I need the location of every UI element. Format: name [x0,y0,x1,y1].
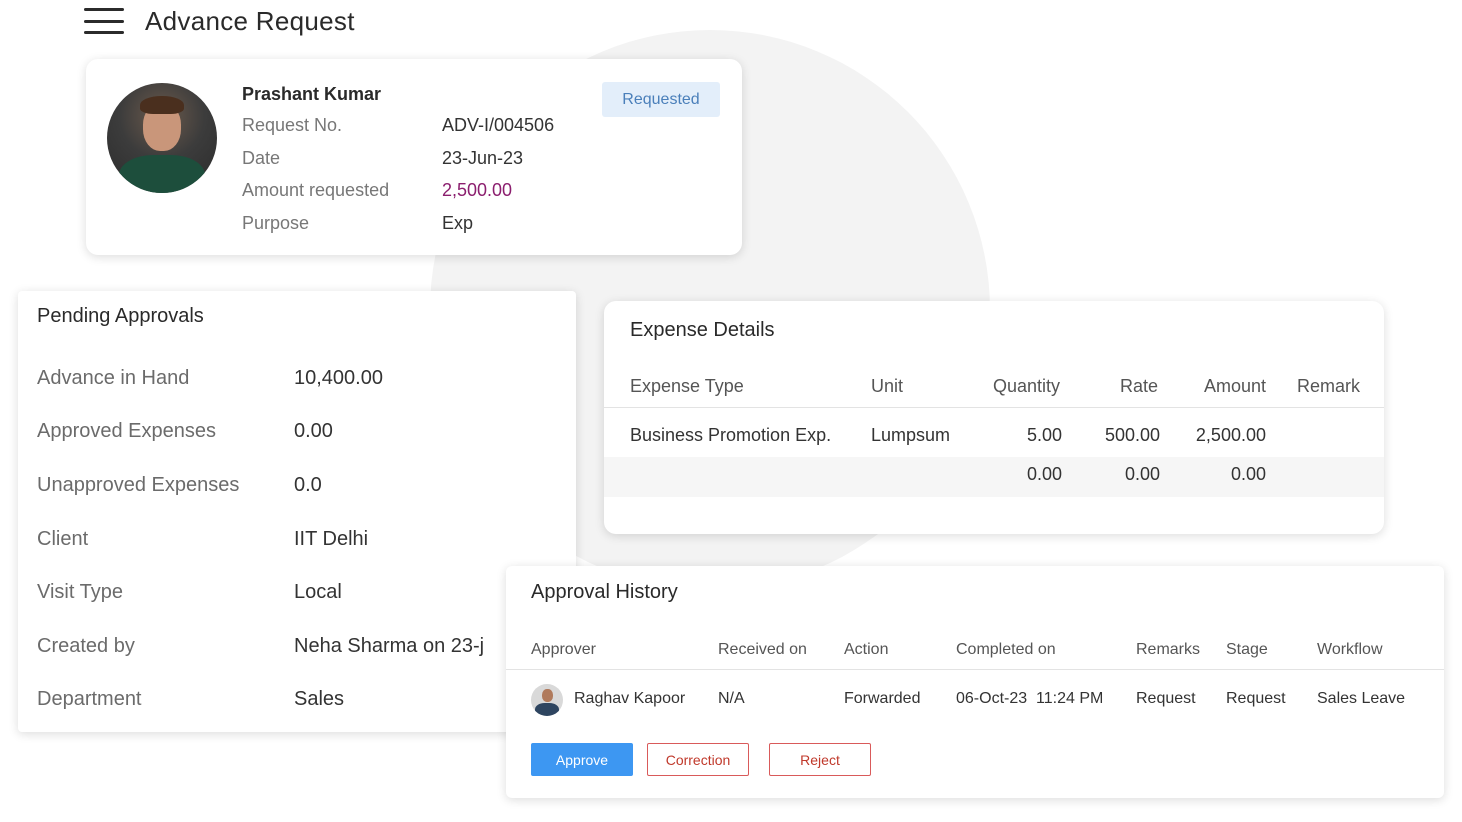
col-action: Action [844,641,889,658]
unit-cell: Lumpsum [871,425,951,445]
approver-name: Raghav Kapoor [574,690,686,707]
col-rate: Rate [1119,376,1158,396]
stage-cell: Request [1226,690,1286,707]
created-by-value: Neha Sharma on 23-j [294,635,485,657]
request-summary-card: Prashant Kumar Requested Request No. ADV… [86,59,742,255]
col-completed-on: Completed on [956,641,1056,658]
amount-cell: 2,500.00 [1195,425,1266,445]
correction-button[interactable]: Correction [647,743,749,776]
advance-in-hand-value: 10,400.00 [294,367,383,389]
col-amount: Amount [1203,376,1266,396]
col-workflow: Workflow [1317,641,1383,658]
col-expense-type: Expense Type [630,376,744,396]
received-on-cell: N/A [718,690,745,707]
hamburger-menu-icon[interactable] [84,8,124,34]
client-label: Client [37,528,89,550]
approval-history-card: Approval History Approver Received on Ac… [506,566,1444,798]
col-quantity: Quantity [992,376,1060,396]
approve-button[interactable]: Approve [531,743,633,776]
completed-on-cell: 06-Oct-23 11:24 PM [956,690,1104,707]
pending-approvals-title: Pending Approvals [37,305,204,327]
col-approver: Approver [531,641,596,658]
approval-history-title: Approval History [531,581,678,603]
amount-requested-value: 2,500.00 [442,180,513,200]
approver-avatar [531,684,563,716]
purpose-value: Exp [442,213,474,233]
expense-details-card: Expense Details Expense Type Unit Quanti… [604,301,1384,534]
col-unit: Unit [871,376,904,396]
remarks-cell: Request [1136,690,1196,707]
purpose-label: Purpose [242,213,310,233]
request-no-value: ADV-I/004506 [442,115,555,135]
client-value: IIT Delhi [294,528,369,550]
unapproved-expenses-value: 0.0 [294,474,322,496]
visit-type-value: Local [294,581,342,603]
action-cell: Forwarded [844,690,921,707]
unapproved-expenses-label: Unapproved Expenses [37,474,240,496]
rate-cell: 500.00 [1104,425,1160,445]
workflow-cell: Sales Leave [1317,690,1406,707]
approved-expenses-value: 0.00 [294,420,333,442]
pending-approvals-card: Pending Approvals Advance in Hand 10,400… [18,291,576,732]
request-no-label: Request No. [242,115,343,135]
amount-requested-label: Amount requested [242,180,390,200]
col-remark: Remark [1297,376,1361,396]
department-value: Sales [294,688,345,710]
employee-avatar [107,83,217,193]
col-remarks: Remarks [1136,641,1201,658]
total-amount: 0.00 [1230,464,1266,484]
header-divider [604,407,1384,408]
date-label: Date [242,148,281,168]
status-badge: Requested [602,82,720,117]
employee-name: Prashant Kumar [242,84,382,104]
col-received-on: Received on [718,641,807,658]
history-header-divider [506,669,1444,670]
expense-details-title: Expense Details [630,319,775,341]
expense-type-cell: Business Promotion Exp. [630,425,832,445]
total-quantity: 0.00 [1026,464,1062,484]
total-rate: 0.00 [1124,464,1160,484]
quantity-cell: 5.00 [1026,425,1062,445]
col-stage: Stage [1226,641,1268,658]
page-title: Advance Request [145,5,355,36]
visit-type-label: Visit Type [37,581,123,603]
date-value: 23-Jun-23 [442,148,524,168]
department-label: Department [37,688,142,710]
reject-button[interactable]: Reject [769,743,871,776]
app-header: Advance Request [84,4,355,38]
created-by-label: Created by [37,635,135,657]
advance-in-hand-label: Advance in Hand [37,367,190,389]
approved-expenses-label: Approved Expenses [37,420,217,442]
